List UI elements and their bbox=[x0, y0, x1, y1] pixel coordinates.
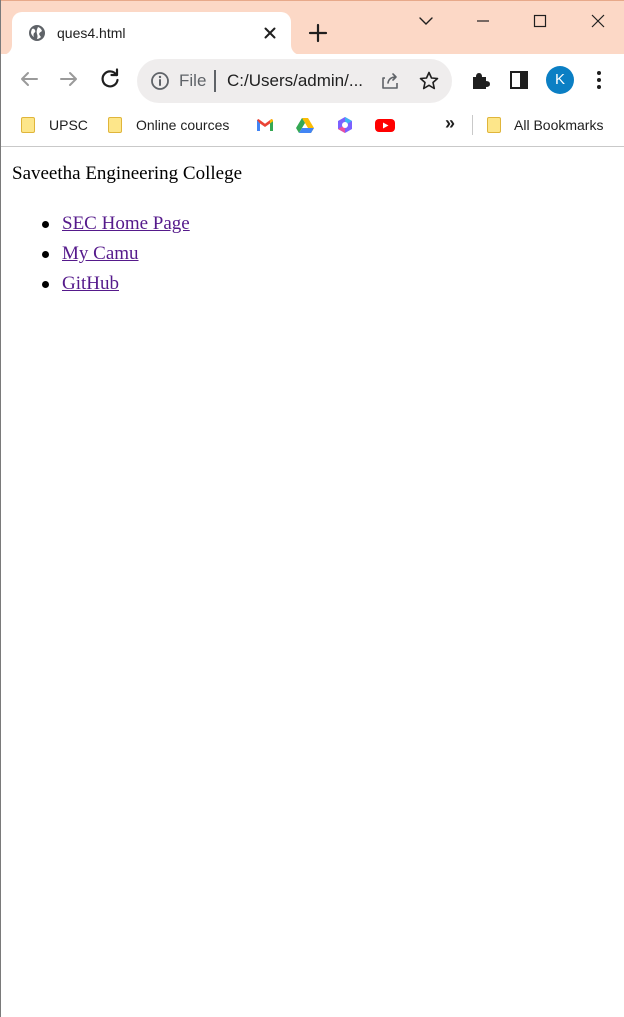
close-tab-icon[interactable] bbox=[261, 24, 279, 42]
address-bar[interactable]: File C:/Users/admin/... bbox=[137, 59, 452, 103]
navigation-toolbar: File C:/Users/admin/... K bbox=[1, 54, 624, 104]
folder-icon bbox=[487, 117, 501, 133]
folder-icon bbox=[108, 117, 122, 133]
bookmark-star-icon[interactable] bbox=[417, 69, 441, 93]
tab-strip: ques4.html bbox=[1, 0, 624, 55]
side-panel-icon[interactable] bbox=[507, 68, 531, 92]
google-drive-icon[interactable] bbox=[295, 115, 315, 135]
reload-icon[interactable] bbox=[98, 67, 122, 91]
link-sec-home-page[interactable]: SEC Home Page bbox=[62, 213, 190, 234]
url-separator bbox=[214, 70, 216, 92]
bullet-icon bbox=[42, 281, 49, 288]
url-text[interactable]: C:/Users/admin/... bbox=[227, 71, 363, 91]
link-list: SEC Home Page My Camu GitHub bbox=[42, 212, 190, 302]
profile-avatar[interactable]: K bbox=[546, 66, 574, 94]
forward-arrow-icon[interactable] bbox=[57, 67, 81, 91]
bookmarks-divider bbox=[472, 115, 473, 135]
back-arrow-icon[interactable] bbox=[17, 67, 41, 91]
bookmarks-bar: UPSC Online cources » All Bookmarks bbox=[1, 104, 624, 147]
share-icon[interactable] bbox=[378, 69, 402, 93]
new-tab-icon[interactable] bbox=[306, 21, 330, 45]
site-info-icon[interactable] bbox=[149, 70, 171, 92]
bookmark-label: UPSC bbox=[49, 117, 88, 133]
bullet-icon bbox=[42, 221, 49, 228]
bookmark-label: Online cources bbox=[136, 117, 230, 133]
kebab-menu-icon[interactable] bbox=[587, 68, 611, 92]
browser-window: ques4.html File C:/Users/admin/... K UPS… bbox=[0, 0, 624, 1017]
gmail-icon[interactable] bbox=[255, 115, 275, 135]
list-item: SEC Home Page bbox=[42, 212, 190, 242]
bookmarks-overflow-button[interactable]: » bbox=[445, 113, 455, 133]
link-my-camu[interactable]: My Camu bbox=[62, 243, 139, 264]
tab-search-chevron-icon[interactable] bbox=[414, 9, 438, 33]
link-github[interactable]: GitHub bbox=[62, 273, 119, 294]
close-window-icon[interactable] bbox=[586, 9, 610, 33]
bookmark-upsc[interactable]: UPSC bbox=[20, 115, 90, 135]
all-bookmarks-label: All Bookmarks bbox=[514, 117, 604, 133]
tab-title: ques4.html bbox=[57, 25, 126, 41]
bookmark-online-cources[interactable]: Online cources bbox=[107, 115, 237, 135]
youtube-icon[interactable] bbox=[374, 115, 396, 135]
bullet-icon bbox=[42, 251, 49, 258]
url-scheme-label: File bbox=[179, 71, 207, 90]
folder-icon bbox=[21, 117, 35, 133]
all-bookmarks-button[interactable]: All Bookmarks bbox=[486, 115, 616, 135]
minimize-icon[interactable] bbox=[471, 9, 495, 33]
extensions-puzzle-icon[interactable] bbox=[468, 68, 492, 92]
page-viewport: Saveetha Engineering College SEC Home Pa… bbox=[2, 148, 624, 1017]
list-item: GitHub bbox=[42, 272, 190, 302]
copilot-icon[interactable] bbox=[335, 115, 355, 135]
page-heading: Saveetha Engineering College bbox=[12, 163, 243, 184]
maximize-icon[interactable] bbox=[528, 9, 552, 33]
globe-icon bbox=[29, 25, 45, 41]
active-tab[interactable]: ques4.html bbox=[12, 12, 291, 55]
list-item: My Camu bbox=[42, 242, 190, 272]
